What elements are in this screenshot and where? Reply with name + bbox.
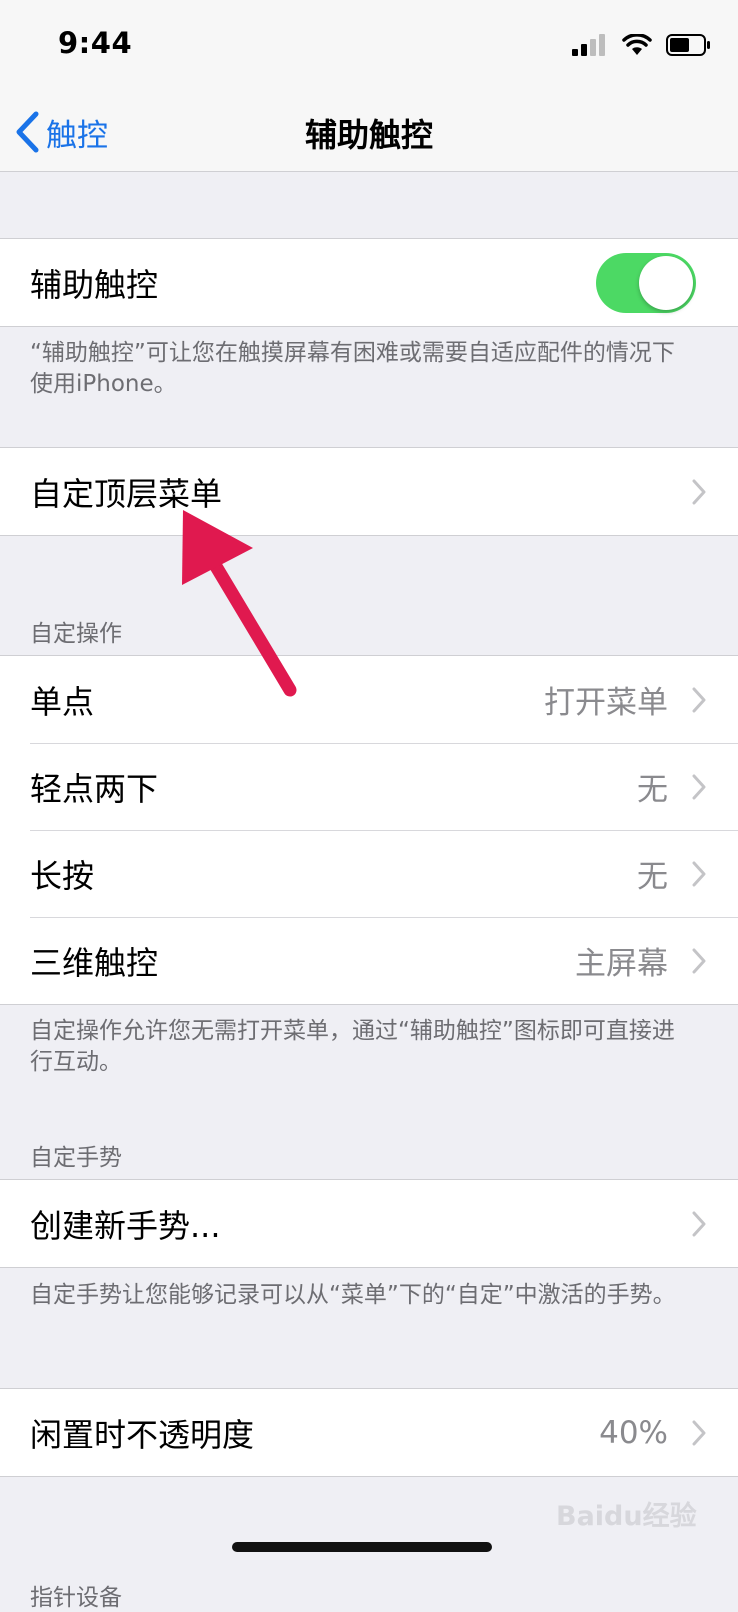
custom-gestures-footer: 自定手势让您能够记录可以从“菜单”下的“自定”中激活的手势。 xyxy=(30,1282,676,1308)
idle-opacity-label: 闲置时不透明度 xyxy=(30,1415,255,1454)
custom-gestures-group: 创建新手势... xyxy=(0,1179,738,1268)
3d-touch-label: 三维触控 xyxy=(30,943,159,982)
idle-opacity-value: 40% xyxy=(599,1414,668,1451)
chevron-right-icon xyxy=(692,861,706,886)
3d-touch-value: 主屏幕 xyxy=(575,946,668,982)
custom-actions-header: 自定操作 xyxy=(30,621,122,647)
customize-top-menu-row[interactable]: 自定顶层菜单 xyxy=(0,448,738,535)
single-tap-value: 打开菜单 xyxy=(544,685,668,721)
toggle-knob xyxy=(639,256,693,310)
battery-icon xyxy=(666,34,710,56)
status-time: 9:44 xyxy=(58,26,133,60)
assistive-touch-description: “辅助触控”可让您在触摸屏幕有困难或需要自适应配件的情况下使用iPhone。 xyxy=(30,340,675,397)
status-icons xyxy=(572,30,712,60)
chevron-right-icon xyxy=(692,948,706,973)
chevron-right-icon xyxy=(692,479,706,504)
3d-touch-row[interactable]: 三维触控 主屏幕 xyxy=(0,917,738,1004)
double-tap-row[interactable]: 轻点两下 无 xyxy=(0,743,738,830)
idle-opacity-row[interactable]: 闲置时不透明度 40% xyxy=(0,1389,738,1476)
wifi-icon xyxy=(622,34,652,55)
pointer-devices-header: 指针设备 xyxy=(30,1585,122,1611)
custom-gestures-header: 自定手势 xyxy=(30,1145,122,1171)
navigation-bar: 触控 辅助触控 xyxy=(0,92,738,172)
idle-opacity-group: 闲置时不透明度 40% xyxy=(0,1388,738,1477)
assistive-touch-toggle[interactable] xyxy=(596,253,696,313)
assistive-touch-group: 辅助触控 xyxy=(0,238,738,327)
double-tap-label: 轻点两下 xyxy=(30,769,159,808)
page-title: 辅助触控 xyxy=(304,116,433,154)
create-gesture-label: 创建新手势... xyxy=(30,1206,221,1245)
long-press-label: 长按 xyxy=(30,856,95,895)
long-press-row[interactable]: 长按 无 xyxy=(0,830,738,917)
customize-top-menu-label: 自定顶层菜单 xyxy=(30,474,223,513)
chevron-right-icon xyxy=(692,1420,706,1445)
chevron-right-icon xyxy=(692,774,706,799)
home-indicator xyxy=(232,1542,492,1552)
status-bar: 9:44 xyxy=(0,0,738,92)
long-press-value: 无 xyxy=(637,859,668,895)
create-gesture-row[interactable]: 创建新手势... xyxy=(0,1180,738,1267)
single-tap-label: 单点 xyxy=(30,682,95,721)
baidu-watermark: Baidu经验 xyxy=(556,1501,697,1532)
top-menu-group: 自定顶层菜单 xyxy=(0,447,738,536)
custom-actions-footer: 自定操作允许您无需打开菜单，通过“辅助触控”图标即可直接进行互动。 xyxy=(30,1018,675,1075)
custom-actions-group: 单点 打开菜单 轻点两下 无 长按 无 三维触控 主屏幕 xyxy=(0,655,738,1005)
cellular-signal-icon xyxy=(572,34,605,56)
chevron-right-icon xyxy=(692,1211,706,1236)
double-tap-value: 无 xyxy=(637,772,668,808)
chevron-right-icon xyxy=(692,687,706,712)
assistive-touch-label: 辅助触控 xyxy=(30,265,159,304)
assistive-touch-row: 辅助触控 xyxy=(0,239,738,326)
single-tap-row[interactable]: 单点 打开菜单 xyxy=(0,656,738,743)
